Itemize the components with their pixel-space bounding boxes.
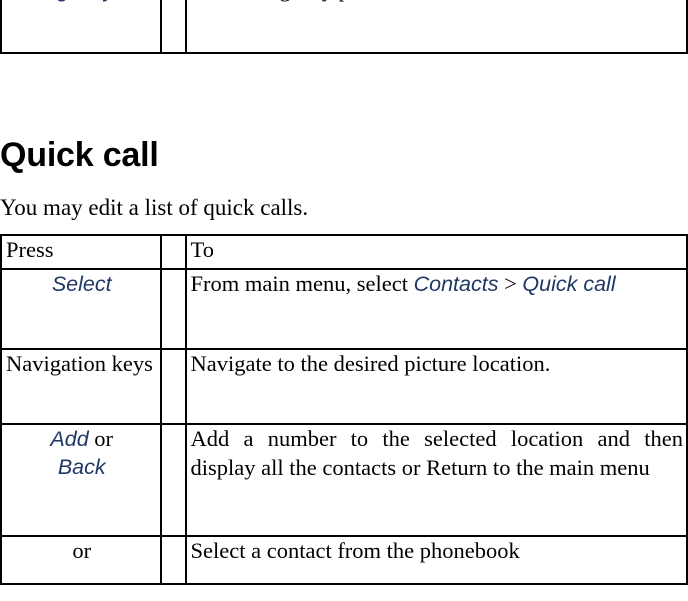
key-label-select: Select: [51, 272, 112, 296]
key-label-add: Add: [50, 427, 89, 451]
press-cell: Select: [0, 268, 163, 350]
page-title: Quick call: [0, 136, 159, 174]
emergency-to-cell: Dial emergency phone numbers.: [184, 0, 688, 54]
gap-cell: [160, 423, 187, 537]
emergency-table-container: Emergency Dial emergency phone numbers.: [0, 0, 688, 54]
table-row: Select From main menu, select Contacts >…: [0, 268, 688, 350]
press-conjunction: or: [88, 426, 114, 451]
emergency-press-cell: Emergency: [0, 0, 163, 54]
key-label-quick-call: Quick call: [522, 272, 616, 296]
to-cell: Navigate to the desired picture location…: [184, 348, 688, 425]
table-row: Emergency Dial emergency phone numbers.: [0, 0, 688, 54]
emergency-table: Emergency Dial emergency phone numbers.: [0, 0, 688, 54]
to-text-prefix: From main menu, select: [190, 271, 414, 296]
key-label-back: Back: [57, 454, 106, 479]
emergency-gap-cell: [160, 0, 187, 54]
to-text-separator: >: [498, 271, 523, 296]
gap-cell: [160, 348, 187, 425]
table-row: Add or Back Add a number to the selected…: [0, 423, 688, 537]
table-row: or Select a contact from the phonebook: [0, 535, 688, 585]
table-row: Navigation keys Navigate to the desired …: [0, 348, 688, 425]
gap-cell: [160, 268, 187, 350]
column-header-to: To: [184, 234, 688, 270]
gap-cell: [160, 535, 187, 585]
press-cell: or: [0, 535, 163, 585]
key-label-emergency: Emergency: [6, 0, 115, 2]
key-label-contacts: Contacts: [413, 272, 499, 296]
press-cell: Add or Back: [0, 423, 163, 537]
section-description: You may edit a list of quick calls.: [0, 195, 309, 220]
quick-call-table: Press To Select From main menu, select C…: [0, 234, 688, 585]
to-cell: From main menu, select Contacts > Quick …: [184, 268, 688, 350]
to-cell: Add a number to the selected location an…: [184, 423, 688, 537]
column-header-gap: [160, 234, 187, 270]
quick-call-table-container: Press To Select From main menu, select C…: [0, 234, 688, 585]
to-cell: Select a contact from the phonebook: [184, 535, 688, 585]
press-cell: Navigation keys: [0, 348, 163, 425]
table-header-row: Press To: [0, 234, 688, 270]
column-header-press: Press: [0, 234, 163, 270]
document-page: Emergency Dial emergency phone numbers. …: [0, 0, 688, 601]
